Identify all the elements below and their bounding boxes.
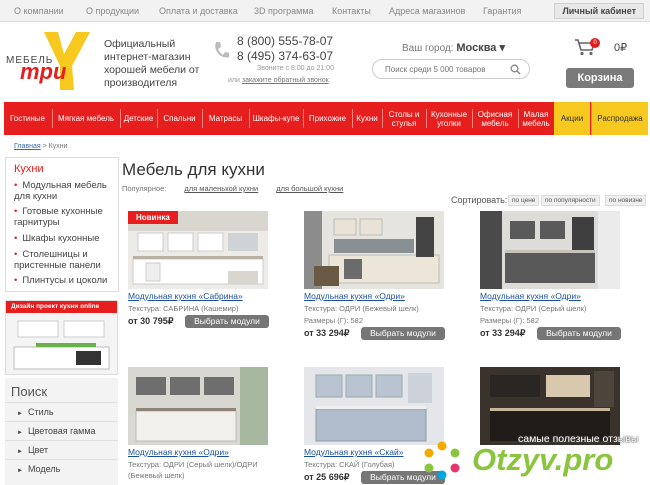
sidebar-item-ready-sets[interactable]: • Готовые кухонные гарнитуры <box>14 206 119 228</box>
popular-links: Популярное: для маленькой кухни для большо… <box>122 184 343 193</box>
filter-model[interactable]: ► Модель <box>5 459 118 478</box>
nav-item-living[interactable]: Гостиные <box>4 102 51 135</box>
sort-by-popularity[interactable]: по популярности <box>541 195 600 206</box>
nav-item-sales[interactable]: Акции <box>554 102 590 135</box>
promo-kitchen-image <box>6 313 117 374</box>
breadcrumb-home[interactable]: Главная <box>14 143 41 150</box>
nav-item-bedrooms[interactable]: Спальни <box>158 102 201 135</box>
callback-prefix: или <box>228 77 242 84</box>
top-link-contacts[interactable]: Контакты <box>332 6 371 16</box>
nav-item-sofas[interactable]: Мягкая мебель <box>53 102 119 135</box>
cart-count-badge: 0 <box>590 38 600 48</box>
sidebar-item-worktops[interactable]: • Столешницы и пристенные панели <box>14 249 119 271</box>
product-image[interactable] <box>304 211 444 289</box>
breadcrumb-current: Кухни <box>48 143 68 150</box>
product-sizes: Размеры (Г): 582 <box>480 316 539 325</box>
select-modules-button[interactable]: Выбрать модули <box>361 327 445 340</box>
filter-color[interactable]: ► Цвет <box>5 440 118 459</box>
search-box <box>372 59 530 79</box>
product-texture: Текстура: ОДРИ (Серый шелк)/ОДРИ <box>128 460 258 469</box>
sidebar-item-plinths[interactable]: • Плинтусы и цоколи <box>14 275 119 286</box>
filter-color-range[interactable]: ► Цветовая гамма <box>5 421 118 440</box>
cart-button[interactable]: Корзина <box>566 68 634 88</box>
top-bar: О компании О продукции Оплата и доставка… <box>0 0 650 22</box>
city-value[interactable]: Москва ▾ <box>456 42 505 54</box>
page-title: Мебель для кухни <box>122 160 265 179</box>
product-price: от 30 795₽ <box>128 316 174 326</box>
popular-label: Популярное: <box>122 184 167 193</box>
nav-item-kitchens[interactable]: Кухни <box>353 102 381 135</box>
product-name[interactable]: Модульная кухня «Одри» <box>480 291 581 301</box>
watermark-brand: Otzyv.pro <box>472 442 614 477</box>
product-texture: Текстура: СКАЙ (Голубая) <box>304 460 395 469</box>
nav-item-small[interactable]: Малая мебель <box>519 102 553 135</box>
nav-item-corners[interactable]: Кухонные уголки <box>427 102 471 135</box>
product-price: от 33 294₽ <box>304 328 350 338</box>
top-link-stores[interactable]: Адреса магазинов <box>389 6 465 16</box>
breadcrumb-separator: > <box>40 143 49 150</box>
product-texture: Текстура: ОДРИ (Серый шелк) <box>480 304 587 313</box>
product-texture-2: (Бежевый шелк) <box>128 471 185 480</box>
city-selector[interactable]: Ваш город: Москва ▾ <box>402 41 505 54</box>
product-image[interactable] <box>128 367 268 445</box>
logo[interactable]: МЕБЕЛЬ три <box>6 30 98 92</box>
nav-item-tables[interactable]: Столы и стулья <box>383 102 425 135</box>
city-label: Ваш город: <box>402 43 454 54</box>
popular-link-large[interactable]: для большой кухни <box>276 184 343 193</box>
sidebar-item-modular[interactable]: • Модульная мебель для кухни <box>14 180 119 202</box>
sidebar-categories: Кухни • Модульная мебель для кухни • Готов… <box>5 157 119 292</box>
nav-item-office[interactable]: Офисная мебель <box>473 102 517 135</box>
search-icon[interactable] <box>510 64 521 75</box>
logo-accent: три <box>20 59 67 84</box>
phone-2[interactable]: 8 (495) 374-63-07 <box>237 49 334 64</box>
sidebar-title: Кухни <box>14 163 44 175</box>
top-link-about[interactable]: О компании <box>14 6 64 16</box>
phone-1[interactable]: 8 (800) 555-78-07 <box>237 34 334 49</box>
nav-item-wardrobes[interactable]: Шкафы-купе <box>250 102 302 135</box>
select-modules-button[interactable]: Выбрать модули <box>537 327 621 340</box>
nav-item-mattresses[interactable]: Матрасы <box>203 102 248 135</box>
sort-by-price[interactable]: по цене <box>508 195 540 206</box>
top-link-3d[interactable]: 3D программа <box>254 6 314 16</box>
product-texture: Текстура: ОДРИ (Бежевый шелк) <box>304 304 419 313</box>
top-link-warranty[interactable]: Гарантия <box>483 6 521 16</box>
callback-link[interactable]: закажите обратный звонок <box>242 77 329 84</box>
top-link-products[interactable]: О продукции <box>86 6 139 16</box>
new-badge: Новинка <box>128 211 178 224</box>
slogan: Официальный интернет-магазин хорошей меб… <box>104 38 200 89</box>
filter-panel: Поиск ► Стиль ► Цветовая гамма ► Цвет ► Моде… <box>5 378 118 485</box>
select-modules-button[interactable]: Выбрать модули <box>185 315 269 328</box>
product-image[interactable] <box>480 211 620 289</box>
popular-link-small[interactable]: для маленькой кухни <box>184 184 258 193</box>
product-texture: Текстура: САБРИНА (Кашемир) <box>128 304 239 313</box>
cabinet-button[interactable]: Личный кабинет <box>554 3 644 19</box>
product-price: от 33 294₽ <box>480 328 526 338</box>
phones-block: 8 (800) 555-78-07 8 (495) 374-63-07 Звон… <box>228 34 334 88</box>
filter-style[interactable]: ► Стиль <box>5 402 118 421</box>
top-link-payment[interactable]: Оплата и доставка <box>159 6 238 16</box>
product-sizes: Размеры (Г): 582 <box>304 316 363 325</box>
nav-item-clearance[interactable]: Распродажа <box>591 102 648 135</box>
search-input[interactable] <box>385 60 515 78</box>
sort-by-new[interactable]: по новизне <box>605 195 647 206</box>
breadcrumb: Главная > Кухни <box>14 143 68 150</box>
product-price: от 25 696₽ <box>304 472 350 482</box>
call-hours: Звоните с 8:00 до 21:00 <box>257 65 334 72</box>
product-name[interactable]: Модульная кухня «Одри» <box>128 447 229 457</box>
nav-item-hallways[interactable]: Прихожие <box>304 102 351 135</box>
product-name[interactable]: Модульная кухня «Скай» <box>304 447 403 457</box>
sort-label: Сортировать: <box>451 195 508 205</box>
phone-icon <box>215 42 229 58</box>
product-name[interactable]: Модульная кухня «Одри» <box>304 291 405 301</box>
otzyv-logo-icon <box>424 441 460 480</box>
otzyv-watermark: самые полезные отзывы Otzyv.pro <box>420 433 650 485</box>
main-nav: Гостиные Мягкая мебель Детские Спальни М… <box>4 102 648 135</box>
sidebar-item-cabinets[interactable]: • Шкафы кухонные <box>14 233 119 244</box>
filter-title: Поиск <box>11 384 48 399</box>
promo-title: Дизайн проект кухни online <box>6 301 117 313</box>
cart-sum: 0₽ <box>614 42 628 54</box>
kitchen-design-promo[interactable]: Дизайн проект кухни online <box>5 300 118 375</box>
nav-item-kids[interactable]: Детские <box>121 102 156 135</box>
product-name[interactable]: Модульная кухня «Сабрина» <box>128 291 243 301</box>
